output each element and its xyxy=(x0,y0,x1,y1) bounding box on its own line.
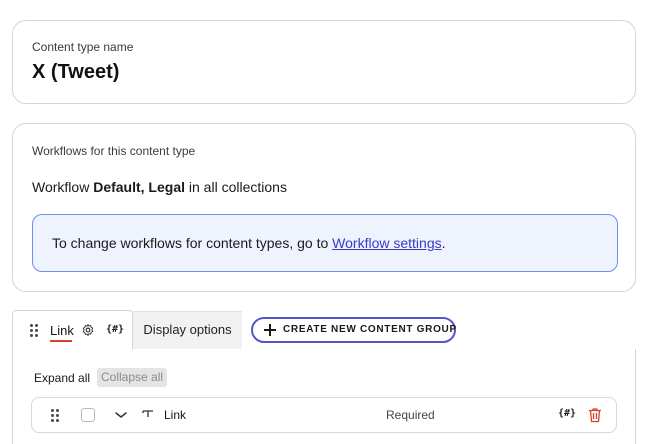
drag-handle-icon[interactable] xyxy=(30,324,38,337)
workflow-names: Default, Legal xyxy=(93,179,185,195)
field-name: Link xyxy=(164,408,187,422)
info-text: To change workflows for content types, g… xyxy=(52,235,329,251)
workflows-card: Workflows for this content type Workflow… xyxy=(12,123,636,292)
tab-display-options[interactable]: Display options xyxy=(133,311,242,350)
workflow-suffix: in all collections xyxy=(188,179,287,195)
hash-icon[interactable]: {#} xyxy=(106,324,124,335)
workflow-prefix: Workflow xyxy=(32,179,90,195)
hash-icon[interactable]: {#} xyxy=(558,408,576,419)
info-end: . xyxy=(441,235,446,251)
trash-icon[interactable] xyxy=(588,407,602,423)
content-type-name: X (Tweet) xyxy=(32,61,120,83)
content-type-name-card: Content type name X (Tweet) xyxy=(12,20,636,104)
gear-icon[interactable] xyxy=(81,323,95,337)
workflow-info-box: To change workflows for content types, g… xyxy=(32,214,618,272)
text-field-icon xyxy=(142,410,153,417)
tab-link[interactable]: Link {#} xyxy=(12,310,133,350)
content-type-name-label: Content type name xyxy=(32,40,134,54)
create-content-group-button[interactable]: CREATE NEW CONTENT GROUP xyxy=(251,317,456,343)
plus-icon xyxy=(264,324,276,336)
tab-link-label: Link xyxy=(50,323,74,338)
active-tab-indicator xyxy=(50,340,72,342)
expand-all-button[interactable]: Expand all xyxy=(34,371,90,385)
field-row[interactable]: Link Required {#} xyxy=(31,397,617,433)
content-group-tabs: Link {#} Display options CREATE NEW CONT… xyxy=(12,310,636,350)
workflow-settings-link[interactable]: Workflow settings xyxy=(332,235,441,251)
workflow-description: Workflow Default, Legal in all collectio… xyxy=(32,179,287,195)
drag-handle-icon[interactable] xyxy=(51,409,59,422)
chevron-down-icon[interactable] xyxy=(114,410,128,420)
field-required-status: Required xyxy=(386,408,435,422)
collapse-all-button[interactable]: Collapse all xyxy=(97,368,168,387)
create-content-group-label: CREATE NEW CONTENT GROUP xyxy=(283,324,457,335)
field-select-checkbox[interactable] xyxy=(81,408,95,422)
workflows-label: Workflows for this content type xyxy=(32,144,196,158)
